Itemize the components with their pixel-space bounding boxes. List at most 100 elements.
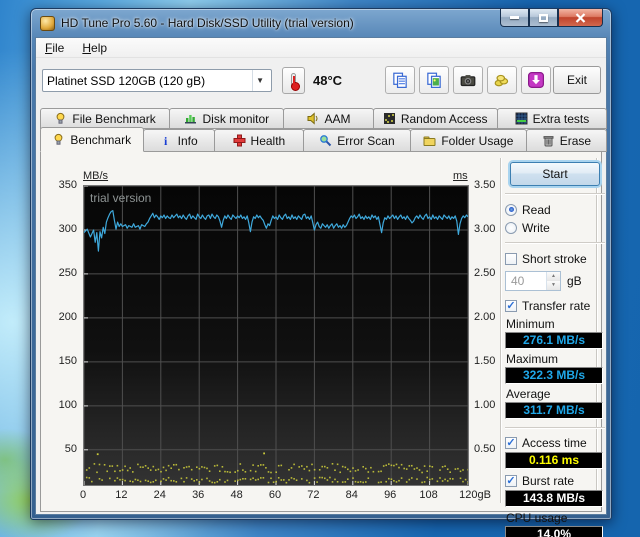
right-axis-tick: 3.00 — [474, 222, 496, 235]
access-time-checkbox[interactable]: ✓ Access time — [505, 434, 605, 451]
transfer-rate-checkbox[interactable]: ✓ Transfer rate — [505, 297, 605, 314]
chart-plot-area: trial version — [83, 185, 469, 485]
bulb-icon — [57, 112, 65, 124]
thermometer-icon — [290, 72, 300, 91]
tab-benchmark[interactable]: Benchmark — [40, 127, 144, 152]
benchmark-chart: trial version — [83, 185, 469, 486]
menu-help[interactable]: Help — [73, 39, 116, 57]
copy-text-button[interactable] — [385, 66, 415, 94]
cross-icon — [233, 134, 246, 147]
app-icon — [40, 15, 55, 31]
grid-chart-icon — [515, 112, 528, 125]
left-axis-tick: 200 — [58, 310, 77, 323]
tab-aam[interactable]: AAM — [283, 108, 374, 129]
client-area: File Help Platinet SSD 120GB (120 gB) ▼ … — [35, 37, 608, 537]
access-time-label: Access time — [522, 435, 587, 450]
right-axis-tick: 2.00 — [474, 310, 496, 323]
read-label: Read — [522, 202, 551, 217]
scatter-icon — [383, 113, 395, 124]
tab-file-benchmark[interactable]: File Benchmark — [40, 108, 171, 129]
transfer-rate-label: Transfer rate — [522, 298, 591, 313]
short-stroke-checkbox[interactable]: Short stroke — [505, 250, 605, 267]
exit-button[interactable]: Exit — [553, 66, 601, 94]
tab-label: Info — [177, 133, 198, 148]
minimum-label: Minimum — [506, 317, 555, 331]
tab-label: AAM — [324, 111, 351, 126]
minimize-icon — [510, 16, 519, 19]
x-axis-tick: 24 — [153, 489, 166, 501]
trash-icon — [543, 136, 554, 147]
left-axis-tick: 250 — [58, 266, 77, 279]
right-axis-tick: 0.50 — [474, 442, 496, 455]
tab-label: Folder Usage — [441, 133, 514, 148]
minimize-button[interactable] — [500, 9, 529, 27]
tab-error-scan[interactable]: Error Scan — [302, 129, 411, 152]
coins-icon-icon — [494, 74, 509, 87]
checkbox-checked-icon: ✓ — [505, 299, 517, 312]
tab-folder-usage[interactable]: Folder Usage — [409, 129, 527, 152]
tab-row-primary: Benchmark i Info Health Error Scan Folder Usa… — [40, 127, 608, 152]
right-axis-tick: 1.50 — [474, 354, 496, 367]
radio-icon — [505, 221, 517, 234]
save-results-button[interactable] — [521, 66, 551, 94]
minimum-value: 276.1 MB/s — [505, 332, 603, 349]
average-label: Average — [506, 387, 551, 401]
start-button[interactable]: Start — [510, 162, 600, 186]
maximize-icon — [539, 13, 548, 22]
tab-erase[interactable]: Erase — [525, 129, 608, 152]
x-axis-tick: 12 — [115, 489, 128, 501]
screenshot-button[interactable] — [453, 66, 483, 94]
camera-icon-icon — [460, 75, 476, 87]
maximize-button[interactable] — [529, 9, 558, 27]
tab-label: Error Scan — [337, 133, 395, 148]
maximum-label: Maximum — [506, 352, 559, 366]
copy-text-icon-icon — [393, 72, 407, 88]
tab-health[interactable]: Health — [213, 129, 304, 152]
tab-random-access[interactable]: Random Access — [372, 108, 498, 129]
close-button[interactable] — [558, 9, 603, 27]
capacity-row: 40 ▲ ▼ gB — [505, 271, 605, 291]
info-icon: i — [164, 134, 168, 147]
x-axis-tick: 60 — [268, 489, 282, 501]
benchmark-controls: Start Read Write Short stroke 40 ▲ ▼ gB … — [505, 162, 605, 537]
write-radio[interactable]: Write — [505, 219, 605, 236]
x-axis-tick: 108 — [419, 489, 438, 501]
separator — [505, 427, 605, 429]
save-arrow-icon-icon — [528, 72, 544, 88]
toolbar-buttons — [385, 66, 551, 94]
short-stroke-label: Short stroke — [522, 251, 587, 266]
x-axis-tick: 120gB — [459, 489, 491, 501]
tab-label: Random Access — [400, 111, 488, 126]
burst-rate-checkbox[interactable]: ✓ Burst rate — [505, 472, 605, 489]
capacity-stepper[interactable]: 40 ▲ ▼ — [505, 271, 561, 291]
right-axis-title: ms — [453, 170, 468, 182]
drive-select-value: Platinet SSD 120GB (120 gB) — [47, 73, 206, 88]
checkbox-checked-icon: ✓ — [505, 474, 517, 487]
tab-label: Health — [250, 133, 286, 148]
tab-info[interactable]: i Info — [142, 129, 215, 152]
temperature-button[interactable] — [282, 67, 305, 94]
checkbox-checked-icon: ✓ — [505, 436, 517, 449]
left-axis-title: MB/s — [83, 170, 109, 182]
radio-icon — [505, 203, 517, 216]
svg-text:i: i — [164, 134, 168, 147]
copy-image-button[interactable] — [419, 66, 449, 94]
tab-disk-monitor[interactable]: Disk monitor — [169, 108, 285, 129]
x-axis-tick: 0 — [79, 489, 87, 501]
menu-file[interactable]: File — [36, 39, 73, 57]
separator — [505, 242, 605, 244]
x-axis-tick: 84 — [345, 489, 358, 501]
x-axis-tick: 36 — [192, 489, 205, 501]
capacity-value: 40 — [511, 274, 525, 288]
read-radio[interactable]: Read — [505, 201, 605, 218]
stepper-arrows-icon[interactable]: ▲ ▼ — [546, 272, 560, 290]
left-axis-tick: 300 — [58, 222, 77, 235]
drive-select-dropdown[interactable]: Platinet SSD 120GB (120 gB) ▼ — [42, 69, 272, 92]
left-axis-tick: 150 — [58, 354, 77, 367]
maximum-value: 322.3 MB/s — [505, 367, 603, 384]
separator — [505, 193, 605, 195]
register-button[interactable] — [487, 66, 517, 94]
close-icon — [575, 12, 586, 23]
chevron-down-icon: ▼ — [252, 70, 267, 91]
tab-extra-tests[interactable]: Extra tests — [496, 108, 607, 129]
